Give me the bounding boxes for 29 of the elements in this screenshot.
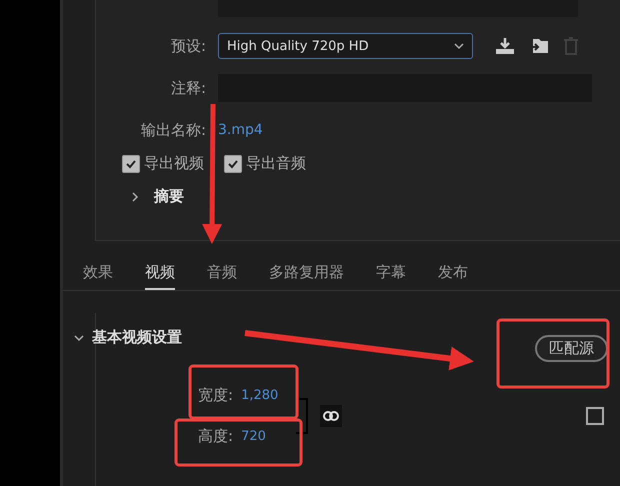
checkmark-icon: [125, 158, 137, 170]
output-name-link[interactable]: 3.mp4: [218, 122, 263, 138]
summary-heading: 摘要: [154, 187, 184, 206]
section-header[interactable]: 基本视频设置: [68, 327, 188, 348]
checkbox[interactable]: 导出视频: [122, 154, 204, 173]
preset-dropdown[interactable]: High Quality 720p HD: [218, 33, 473, 59]
tab[interactable]: 字幕: [376, 263, 406, 290]
match-source-button[interactable]: 匹配源: [535, 335, 608, 362]
link-bracket: [296, 398, 308, 434]
checkmark-icon: [227, 158, 239, 170]
checkbox[interactable]: 导出音频: [224, 154, 306, 173]
field-label: 输出名称:: [140, 120, 207, 140]
caret-icon: [454, 41, 464, 51]
chain-link-icon[interactable]: [320, 405, 342, 427]
checkbox[interactable]: [586, 407, 604, 425]
tab[interactable]: 发布: [438, 263, 468, 290]
tab[interactable]: 多路复用器: [269, 263, 344, 290]
width-value[interactable]: 1,280: [241, 388, 278, 403]
tab[interactable]: 视频: [145, 263, 175, 290]
height-label: 高度:: [198, 427, 234, 446]
chevron-icon[interactable]: [130, 192, 140, 202]
field-label: 注释:: [170, 78, 207, 98]
tab[interactable]: 效果: [83, 263, 113, 290]
width-label: 宽度:: [198, 386, 234, 405]
tab[interactable]: 音频: [207, 263, 237, 290]
download-icon[interactable]: [495, 37, 515, 55]
chevron-icon: [74, 332, 84, 342]
height-value[interactable]: 720: [241, 429, 266, 444]
field-label: 预设:: [170, 36, 207, 56]
